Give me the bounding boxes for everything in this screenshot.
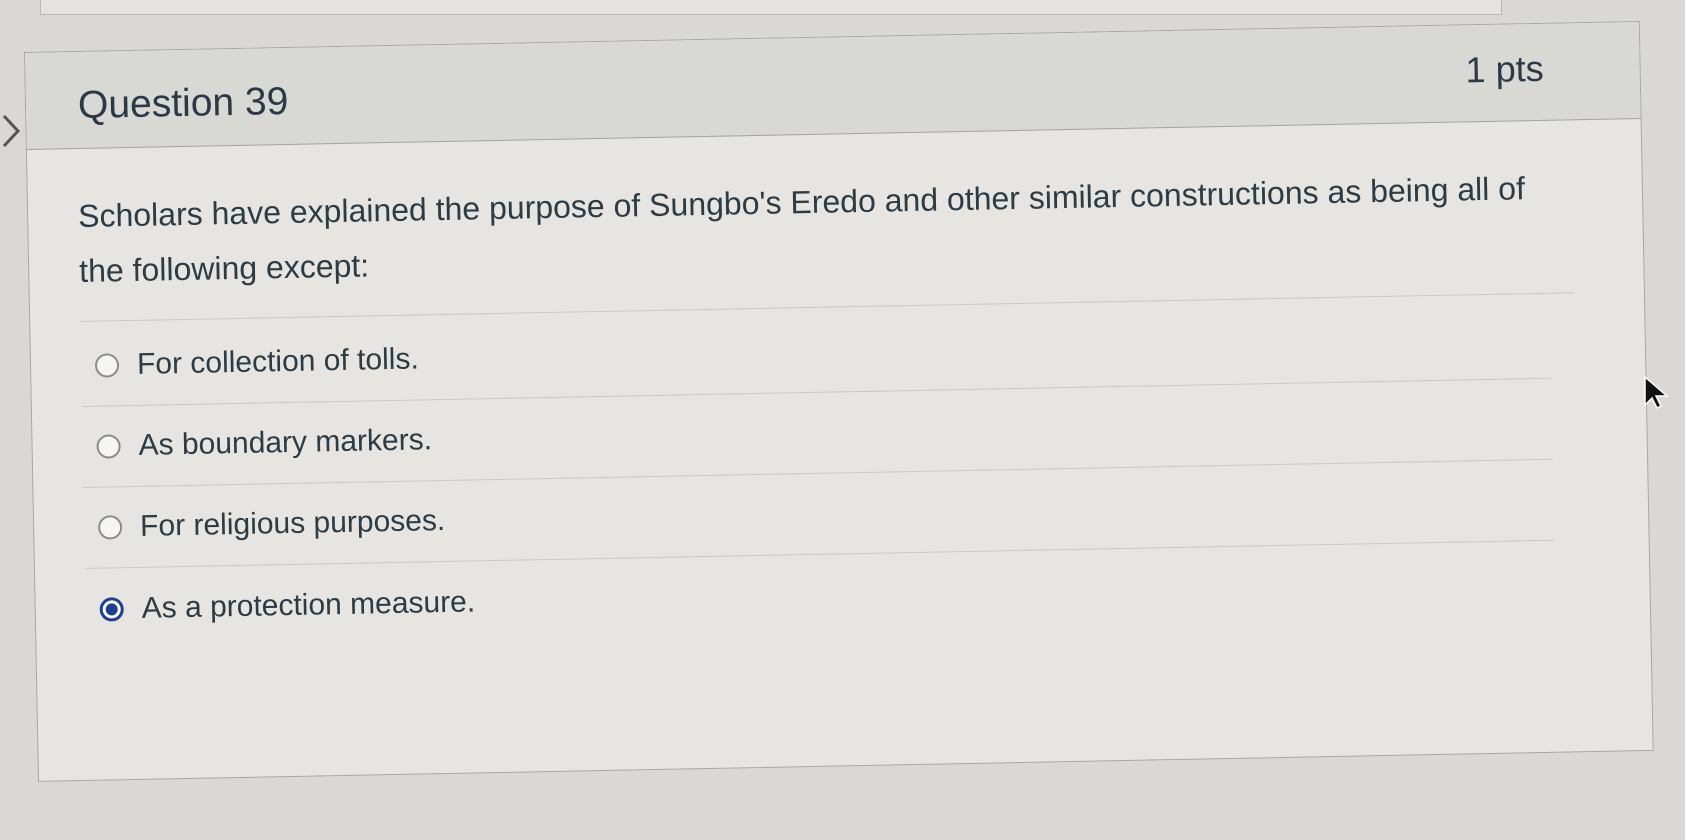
answer-label: For collection of tolls.	[136, 342, 420, 381]
answer-label: As boundary markers.	[138, 423, 433, 462]
answer-list: For collection of tolls. As boundary mar…	[80, 297, 1580, 650]
answer-label: For religious purposes.	[139, 504, 446, 543]
question-text: Scholars have explained the purpose of S…	[77, 170, 1526, 289]
question-points: 1 pts	[1465, 47, 1544, 91]
radio-button[interactable]	[97, 515, 123, 540]
question-title: Question 39	[77, 79, 289, 127]
question-card: Question 39 1 pts Scholars have explaine…	[24, 20, 1654, 782]
radio-button[interactable]	[96, 434, 121, 459]
previous-card-edge	[40, 0, 1502, 15]
radio-button[interactable]	[94, 353, 120, 378]
question-body: Scholars have explained the purpose of S…	[27, 119, 1650, 651]
radio-button-selected[interactable]	[99, 596, 124, 622]
chevron-right-icon[interactable]	[0, 112, 24, 150]
answer-label: As a protection measure.	[141, 584, 476, 625]
